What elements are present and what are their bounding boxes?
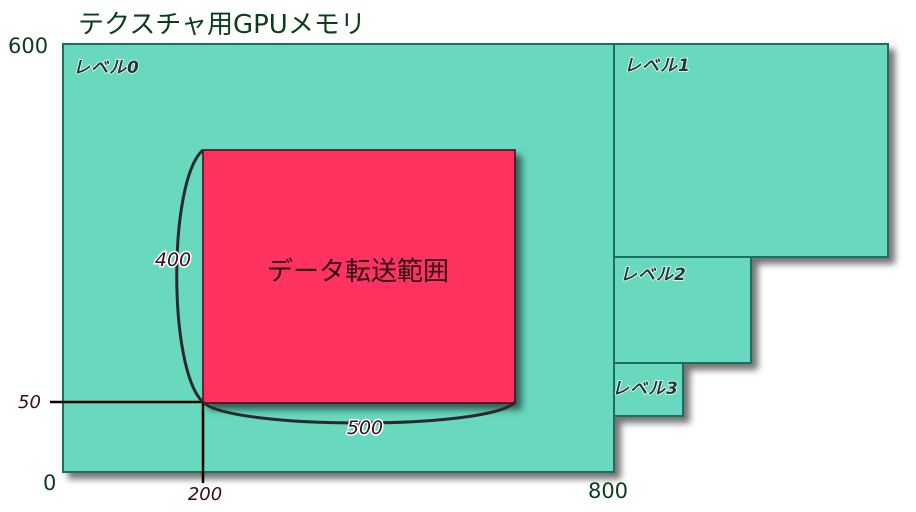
- level-2-label: レベル2: [620, 265, 687, 285]
- transfer-label: データ転送範囲: [267, 257, 449, 287]
- y-axis-top-label: 600: [8, 34, 48, 58]
- origin-label: 0: [43, 471, 56, 495]
- x-axis-200-label: 200: [188, 484, 222, 505]
- y-axis-50-label: 50: [18, 392, 41, 413]
- height-label: 400: [155, 249, 191, 271]
- texture-memory-diagram: テクスチャ用GPUメモリ データ転送範囲 400 500 レベル0 レベル1 レ…: [8, 10, 889, 507]
- level-0-label: レベル0: [73, 58, 140, 78]
- level-3-label: レベル3: [612, 379, 679, 399]
- x-axis-800-label: 800: [588, 479, 628, 503]
- width-label: 500: [347, 417, 383, 439]
- level-1-label: レベル1: [624, 56, 691, 76]
- diagram-title: テクスチャ用GPUメモリ: [78, 10, 366, 40]
